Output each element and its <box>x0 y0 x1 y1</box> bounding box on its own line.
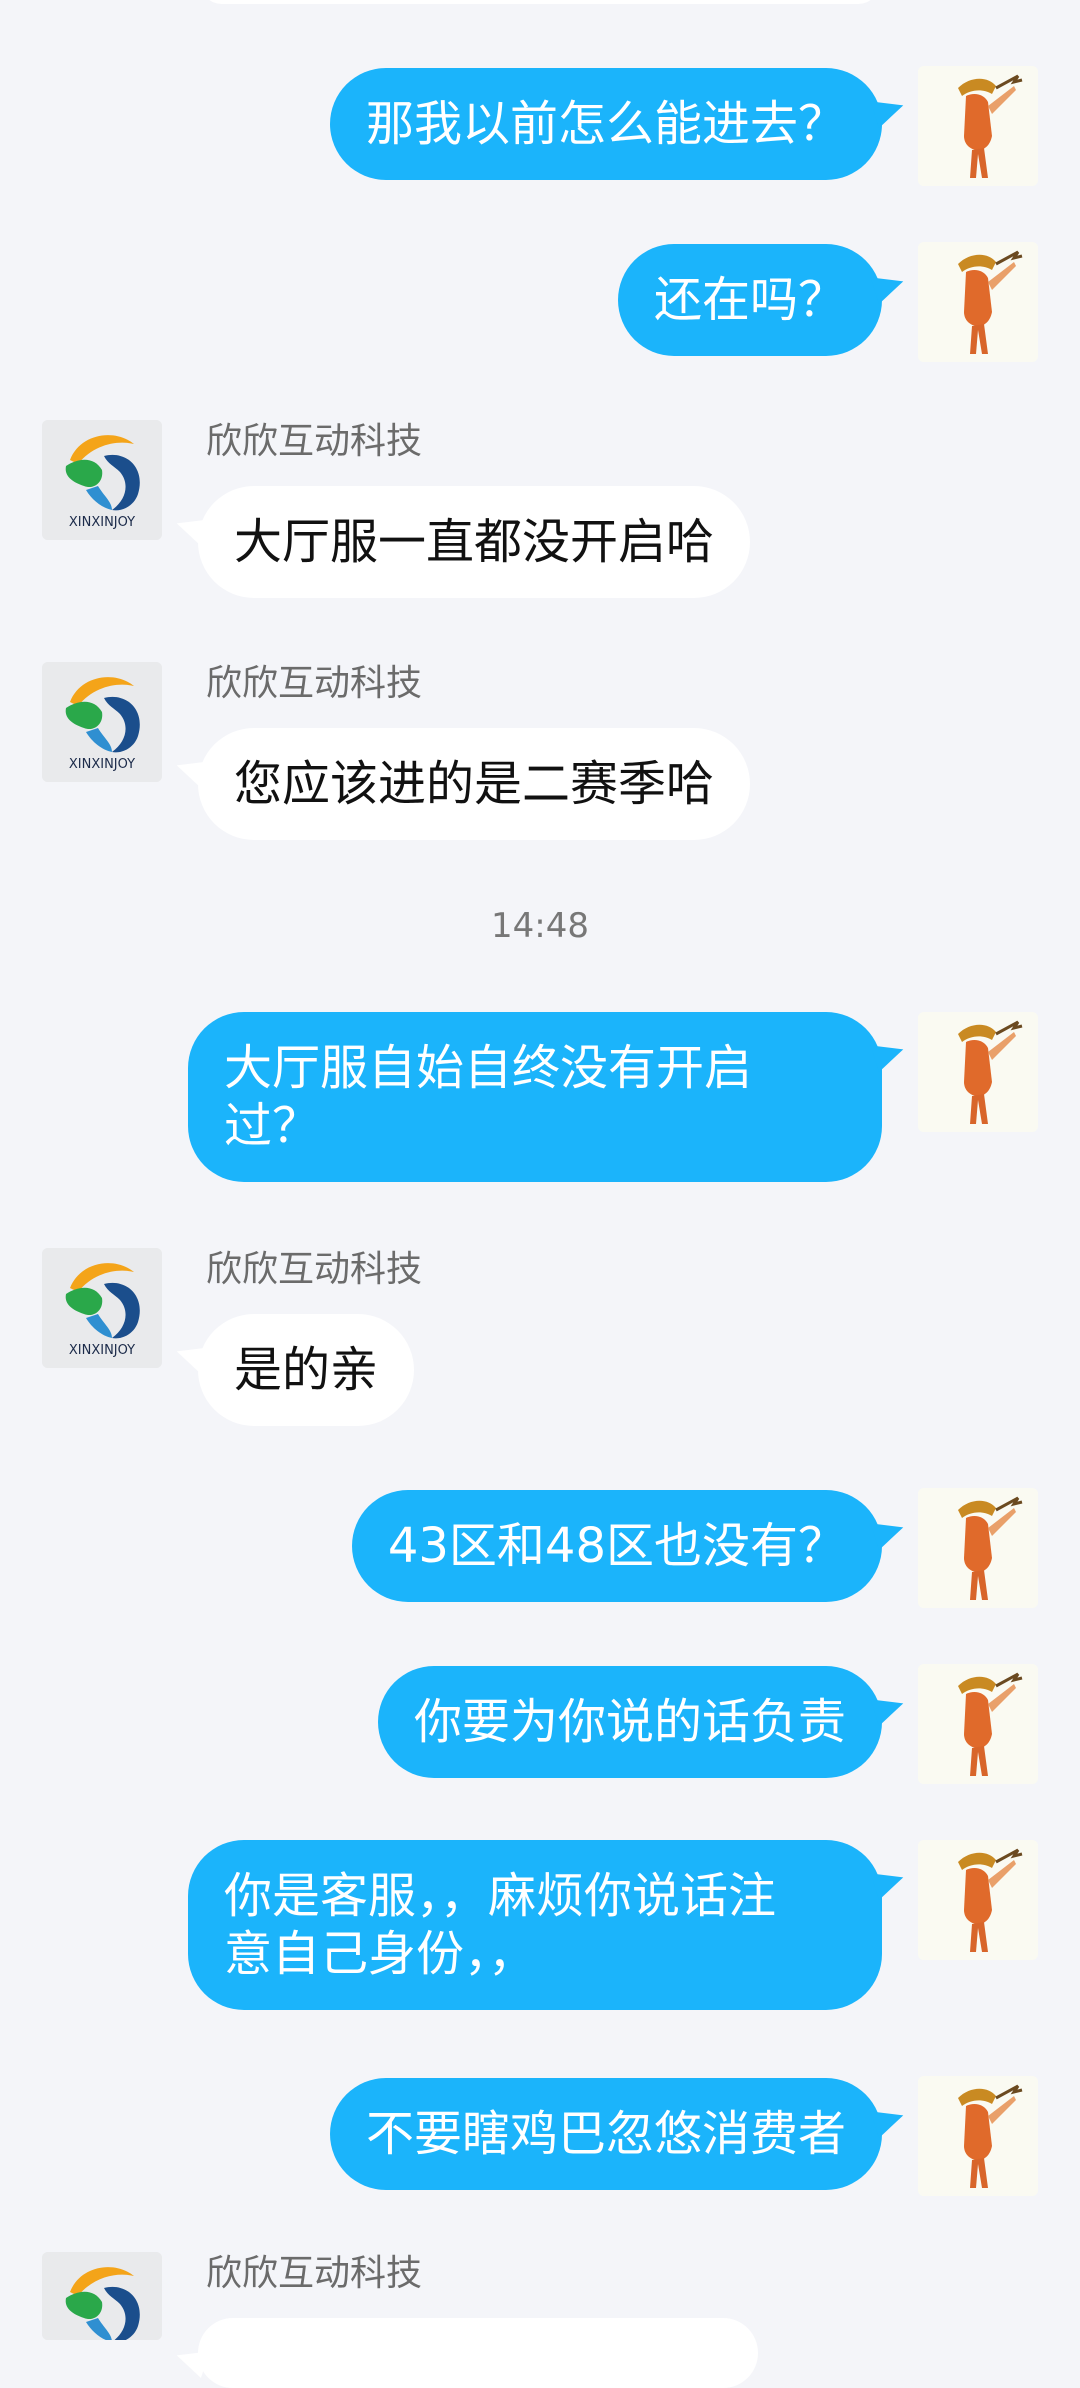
previous-message-bubble-partial <box>200 0 880 4</box>
outgoing-message-bubble[interactable]: 你要为你说的话负责 <box>377 1666 882 1778</box>
xinxinjoy-logo-icon: XINXINJOY <box>42 420 162 540</box>
user-avatar-image <box>918 1840 1038 1960</box>
incoming-message-bubble[interactable] <box>198 2318 758 2388</box>
user-avatar[interactable] <box>918 1840 1038 1960</box>
user-avatar-image <box>918 1012 1038 1132</box>
sender-name: 欣欣互动科技 <box>206 2253 423 2294</box>
user-avatar[interactable] <box>918 242 1038 362</box>
user-avatar[interactable] <box>918 2076 1038 2196</box>
agent-avatar[interactable]: XINXINJOY <box>42 1248 162 1368</box>
message-row-incoming: 欣欣互动科技 <box>0 2252 1080 2388</box>
agent-logo-text: XINXINJOY <box>69 515 135 530</box>
chat-message-list[interactable]: 那我以前怎么能进去？ 还在吗？ XINXINJOY 欣欣互动科技 大厅服一直都没… <box>0 0 1080 2388</box>
incoming-message-bubble[interactable]: 您应该进的是二赛季哈 <box>198 728 751 840</box>
sender-name: 欣欣互动科技 <box>206 421 423 462</box>
message-row-incoming: XINXINJOY 欣欣互动科技 是的亲 <box>0 1248 1080 1432</box>
message-row-outgoing: 还在吗？ <box>0 242 1080 364</box>
user-avatar-image <box>918 242 1038 362</box>
message-row-outgoing: 那我以前怎么能进去？ <box>0 66 1080 188</box>
user-avatar[interactable] <box>918 1664 1038 1784</box>
message-row-incoming: XINXINJOY 欣欣互动科技 大厅服一直都没开启哈 <box>0 420 1080 604</box>
agent-logo-text: XINXINJOY <box>69 1343 135 1358</box>
user-avatar[interactable] <box>918 66 1038 186</box>
xinxinjoy-logo-icon: XINXINJOY <box>42 662 162 782</box>
user-avatar[interactable] <box>918 1012 1038 1132</box>
agent-logo-text: XINXINJOY <box>69 757 135 772</box>
message-row-outgoing: 不要瞎鸡巴忽悠消费者 <box>0 2076 1080 2198</box>
outgoing-message-bubble[interactable]: 大厅服自始自终没有开启 过？ <box>188 1012 882 1182</box>
user-avatar[interactable] <box>918 1488 1038 1608</box>
agent-avatar[interactable]: XINXINJOY <box>42 420 162 540</box>
outgoing-message-bubble[interactable]: 还在吗？ <box>617 244 882 356</box>
message-row-incoming: XINXINJOY 欣欣互动科技 您应该进的是二赛季哈 <box>0 662 1080 846</box>
sender-name: 欣欣互动科技 <box>206 1249 423 1290</box>
message-row-outgoing: 你是客服，，麻烦你说话注 意自己身份，， <box>0 1840 1080 2020</box>
sender-name: 欣欣互动科技 <box>206 663 423 704</box>
outgoing-message-bubble[interactable]: 你是客服，，麻烦你说话注 意自己身份，， <box>188 1840 882 2010</box>
message-row-outgoing: 你要为你说的话负责 <box>0 1664 1080 1786</box>
agent-avatar[interactable]: XINXINJOY <box>42 662 162 782</box>
outgoing-message-bubble[interactable]: 不要瞎鸡巴忽悠消费者 <box>329 2078 882 2190</box>
incoming-message-bubble[interactable]: 大厅服一直都没开启哈 <box>198 486 751 598</box>
outgoing-message-bubble[interactable]: 43区和48区也没有？ <box>351 1490 882 1602</box>
xinxinjoy-logo-icon: XINXINJOY <box>42 1248 162 1368</box>
user-avatar-image <box>918 66 1038 186</box>
user-avatar-image <box>918 1664 1038 1784</box>
message-row-outgoing: 大厅服自始自终没有开启 过？ <box>0 1012 1080 1192</box>
message-row-outgoing: 43区和48区也没有？ <box>0 1488 1080 1610</box>
incoming-message-bubble[interactable]: 是的亲 <box>198 1314 415 1426</box>
user-avatar-image <box>918 2076 1038 2196</box>
agent-avatar[interactable] <box>42 2252 162 2340</box>
outgoing-message-bubble[interactable]: 那我以前怎么能进去？ <box>329 68 882 180</box>
timestamp-divider: 14:48 <box>491 906 589 946</box>
user-avatar-image <box>918 1488 1038 1608</box>
xinxinjoy-logo-icon <box>42 2252 162 2340</box>
